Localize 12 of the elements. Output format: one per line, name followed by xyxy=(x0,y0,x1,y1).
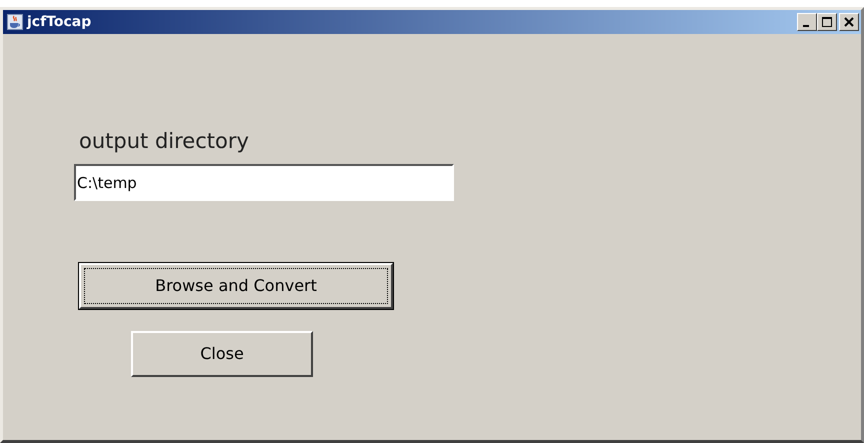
input-field[interactable]: C:\temp xyxy=(74,164,454,201)
window-title: jcfTocap xyxy=(27,14,92,30)
maximize-button[interactable] xyxy=(817,13,837,31)
maximize-icon xyxy=(821,17,833,27)
browse-button[interactable]: Browse and Convert xyxy=(79,263,393,309)
close-icon xyxy=(843,17,855,27)
close-button[interactable] xyxy=(839,13,859,31)
minimize-button[interactable] xyxy=(797,13,817,31)
dialog-close-button[interactable]: Close xyxy=(131,331,313,377)
coffee-cup-icon xyxy=(7,14,23,30)
minimize-icon xyxy=(802,24,808,26)
field-label: output directory xyxy=(79,129,249,153)
